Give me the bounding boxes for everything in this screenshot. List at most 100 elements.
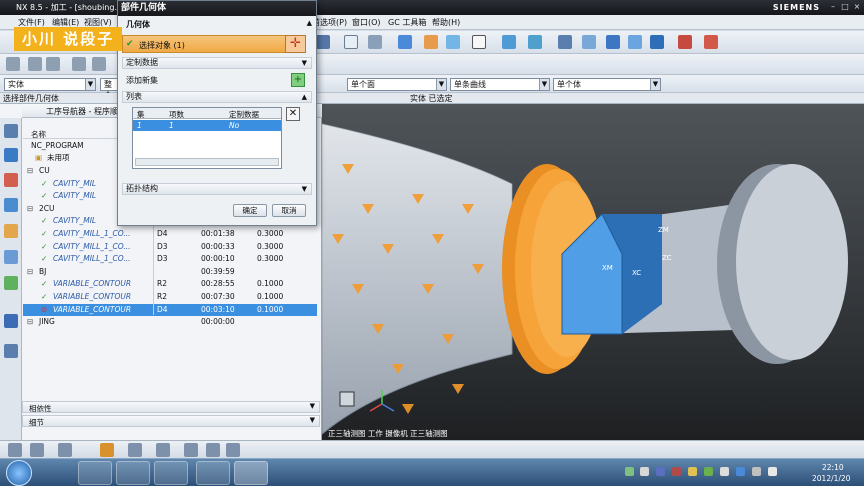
set-list-table[interactable]: 集 项数 定制数据 1 1 No [132,107,282,169]
layer-icon[interactable] [472,35,486,49]
ie-taskbar-icon[interactable] [78,461,112,485]
operation-nav-icon[interactable] [4,173,18,187]
chevron-up-icon[interactable]: ▲ [307,19,312,27]
info-icon[interactable] [4,314,18,328]
section-custom-data[interactable]: 定制数据 ▼ [122,57,312,69]
menu-window[interactable]: 窗口(O) [352,17,381,28]
section-list[interactable]: 列表 ▲ [122,91,312,103]
select-target-icon[interactable]: ✛ [285,35,306,53]
face-rule-select[interactable]: 单个面 ▼ [347,78,447,91]
curve-rule-select[interactable]: 单条曲线 ▼ [450,78,550,91]
wcs-icon[interactable] [502,35,516,49]
filter-icon[interactable] [226,443,240,457]
operation-row[interactable]: ✓ CAVITY_MILL_1_CO... D3 00:00:33 0.3000 [23,241,317,254]
tray-icon[interactable] [704,467,713,476]
plus-icon[interactable] [128,443,142,457]
volume-icon[interactable] [768,467,777,476]
generate-icon[interactable] [650,35,664,49]
point-icon[interactable] [30,443,44,457]
explorer-taskbar-icon[interactable] [116,461,150,485]
zoom-icon[interactable] [368,35,382,49]
status-icon: ⊘ [41,304,48,314]
media-taskbar-icon[interactable] [154,461,188,485]
verify-icon[interactable] [678,35,692,49]
assembly-nav-icon[interactable] [4,124,18,138]
tray-icon[interactable] [720,467,729,476]
edit-section-icon[interactable] [424,35,438,49]
grid-icon[interactable] [58,443,72,457]
operation-row[interactable]: ✓ VARIABLE_CONTOUR R2 00:07:30 0.1000 [23,291,317,304]
postprocess-icon[interactable] [704,35,718,49]
scope-select[interactable]: 整个 [100,78,118,100]
save-icon[interactable] [46,57,60,71]
reuse-library-icon[interactable] [4,224,18,238]
section-topology[interactable]: 拓扑结构 ▼ [122,183,312,195]
tray-icon[interactable] [672,467,681,476]
panel-dependencies[interactable]: 相依性 ▼ [22,401,320,413]
geometry-icon[interactable] [582,35,596,49]
chevron-down-icon: ▼ [539,79,549,90]
panel-details[interactable]: 细节 ▼ [22,415,320,427]
part-model[interactable] [322,104,864,440]
new-icon[interactable] [6,57,20,71]
tray-icon[interactable] [625,467,634,476]
list-row[interactable]: 1 1 No [133,120,281,131]
start-button-icon[interactable] [6,460,32,486]
operation-row[interactable]: ✓ CAVITY_MILL_1_CO... D4 00:01:38 0.3000 [23,228,317,241]
clock-date[interactable]: 2012/1/20 [812,474,850,483]
nx-taskbar-icon[interactable] [234,461,268,485]
close-icon[interactable]: × [852,2,862,12]
cut-icon[interactable] [72,57,86,71]
palette-icon[interactable] [100,443,114,457]
fit-icon[interactable] [344,35,358,49]
shaded-view-icon[interactable] [398,35,412,49]
align-icon[interactable] [156,443,170,457]
operation-row[interactable]: ⊘ VARIABLE_CONTOUR D4 00:03:10 0.1000 [23,303,317,317]
navigator-icon[interactable] [558,35,572,49]
column-name[interactable]: 名称 [31,129,46,140]
part-nav-icon[interactable] [4,148,18,162]
body-rule-select[interactable]: 单个体 ▼ [553,78,661,91]
menu-gc-toolbox[interactable]: GC 工具箱 [388,17,426,28]
minimize-icon[interactable]: – [828,2,838,12]
type-filter-select[interactable]: 实体 ▼ [4,78,96,91]
status-icon: ✓ [41,241,48,251]
history-icon[interactable] [4,250,18,264]
select-object-row[interactable]: ✔ 选择对象 (1) [122,35,290,53]
section-icon[interactable] [206,443,220,457]
rotate-icon[interactable] [316,35,330,49]
ok-button[interactable]: 确定 [233,204,267,217]
clock-time[interactable]: 22:10 [822,463,844,472]
cancel-button[interactable]: 取消 [272,204,306,217]
operation-row[interactable]: ✓ VARIABLE_CONTOUR R2 00:28:55 0.1000 [23,278,317,291]
tray-icon[interactable] [640,467,649,476]
operation-row[interactable]: ✓ CAVITY_MILL_1_CO... D3 00:00:10 0.3000 [23,253,317,266]
snap-icon[interactable] [8,443,22,457]
copy-icon[interactable] [92,57,106,71]
maximize-icon[interactable]: □ [840,2,850,12]
status-icon: ✓ [41,191,48,201]
graphics-viewport[interactable]: ZM ZC XC XM [322,104,864,440]
open-icon[interactable] [28,57,42,71]
menu-help[interactable]: 帮助(H) [432,17,460,28]
tool-icon[interactable] [606,35,620,49]
tray-icon[interactable] [736,467,745,476]
menu-preferences[interactable]: 首选项(P) [312,17,347,28]
program-group-row[interactable]: ⊟ JING 00:00:00 [23,316,317,329]
list-cell-custom: No [229,121,240,130]
tray-icon[interactable] [656,467,665,476]
system-icon[interactable] [4,344,18,358]
csys-icon[interactable] [528,35,542,49]
program-group-row[interactable]: ⊟ BJ 00:39:59 [23,266,317,279]
list-scrollbar[interactable] [135,158,279,166]
tray-icon[interactable] [688,467,697,476]
measure-icon[interactable] [184,443,198,457]
network-icon[interactable] [752,467,761,476]
display-icon[interactable] [446,35,460,49]
app-taskbar-icon[interactable] [196,461,230,485]
method-icon[interactable] [628,35,642,49]
machine-tool-icon[interactable] [4,198,18,212]
add-set-icon[interactable]: + [291,73,305,87]
remove-set-icon[interactable]: ✕ [286,107,300,121]
roles-icon[interactable] [4,276,18,290]
